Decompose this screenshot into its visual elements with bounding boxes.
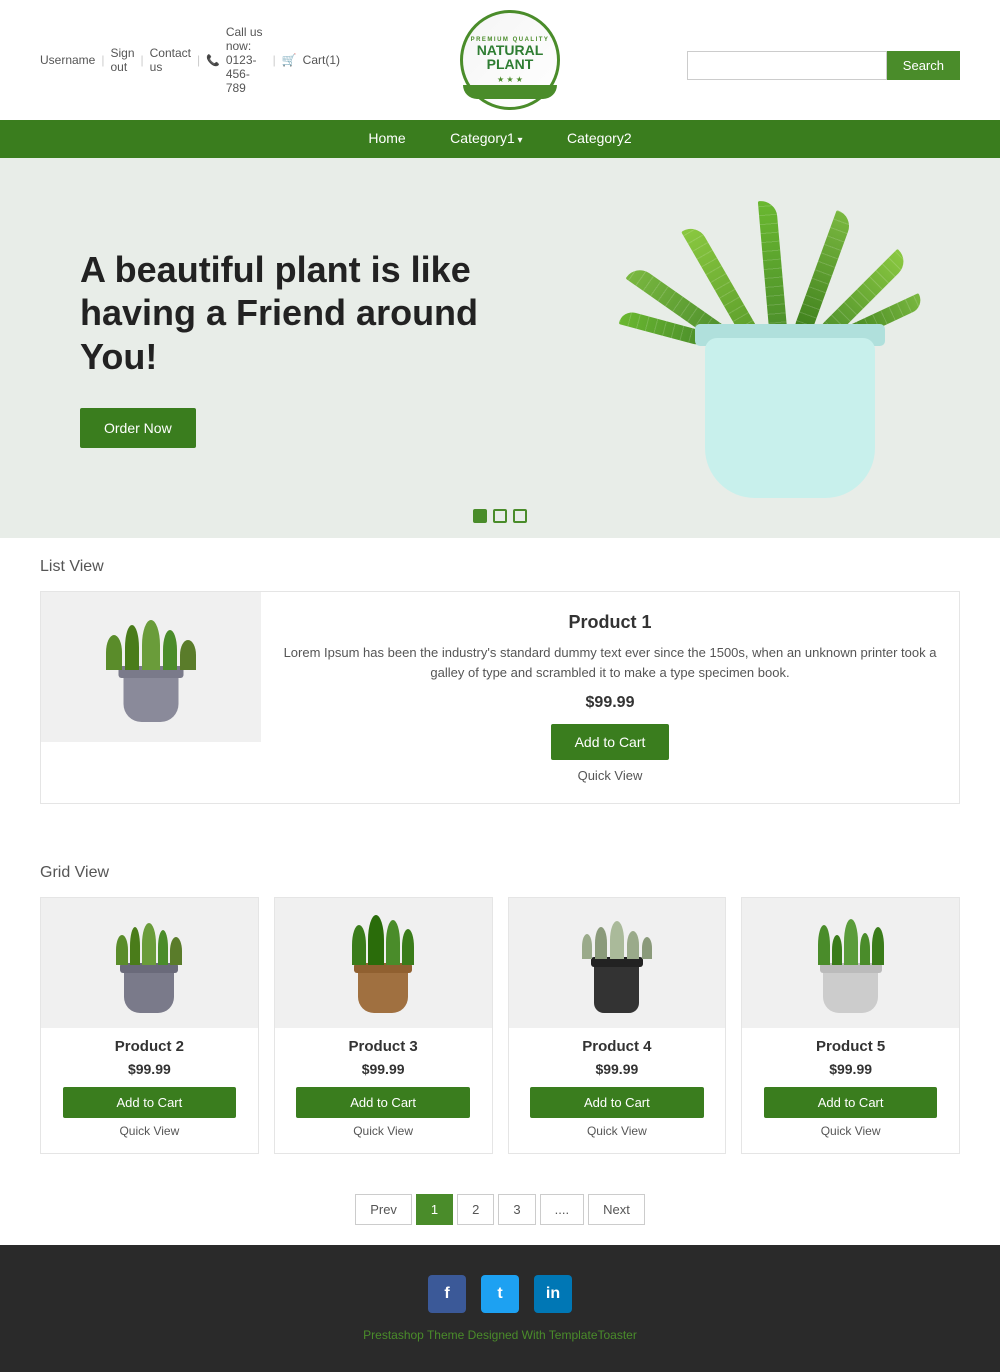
header: Username | Sign out | Contact us | Call … bbox=[0, 0, 1000, 120]
product2-add-to-cart[interactable]: Add to Cart bbox=[63, 1087, 236, 1118]
page-1[interactable]: 1 bbox=[416, 1194, 453, 1225]
order-now-button[interactable]: Order Now bbox=[80, 408, 196, 448]
product4-price: $99.99 bbox=[509, 1061, 726, 1077]
page-next[interactable]: Next bbox=[588, 1194, 645, 1225]
product5-quick-view[interactable]: Quick View bbox=[742, 1124, 959, 1138]
list-view-title: List View bbox=[40, 558, 960, 576]
search-input[interactable] bbox=[687, 51, 887, 80]
product3-add-to-cart[interactable]: Add to Cart bbox=[296, 1087, 469, 1118]
product4-quick-view[interactable]: Quick View bbox=[509, 1124, 726, 1138]
twitter-button[interactable]: t bbox=[481, 1275, 519, 1313]
product2-image bbox=[41, 898, 258, 1028]
hero-dots bbox=[473, 509, 527, 523]
grid-card-0: Product 2 $99.99 Add to Cart Quick View bbox=[40, 897, 259, 1154]
nav-home[interactable]: Home bbox=[368, 130, 405, 146]
phone-icon bbox=[206, 53, 220, 67]
hero-dot-3[interactable] bbox=[513, 509, 527, 523]
logo-name1: NATURAL bbox=[477, 43, 544, 57]
hero-headline: A beautiful plant is like having a Frien… bbox=[80, 248, 480, 378]
username-link[interactable]: Username bbox=[40, 53, 95, 67]
product1-price: $99.99 bbox=[281, 694, 939, 712]
logo-name2: PLANT bbox=[487, 57, 534, 71]
product2-price: $99.99 bbox=[41, 1061, 258, 1077]
grid-card-3: Product 5 $99.99 Add to Cart Quick View bbox=[741, 897, 960, 1154]
sign-out-link[interactable]: Sign out bbox=[110, 46, 134, 74]
footer: f t in Prestashop Theme Designed With Te… bbox=[0, 1245, 1000, 1372]
product4-add-to-cart[interactable]: Add to Cart bbox=[530, 1087, 703, 1118]
product4-name: Product 4 bbox=[509, 1038, 726, 1055]
linkedin-button[interactable]: in bbox=[534, 1275, 572, 1313]
page-prev[interactable]: Prev bbox=[355, 1194, 412, 1225]
logo: PREMIUM QUALITY NATURAL PLANT ★ ★ ★ bbox=[360, 10, 660, 110]
product5-price: $99.99 bbox=[742, 1061, 959, 1077]
product4-image bbox=[509, 898, 726, 1028]
cart-link[interactable]: Cart(1) bbox=[303, 53, 340, 67]
hero-dot-2[interactable] bbox=[493, 509, 507, 523]
hero-dot-1[interactable] bbox=[473, 509, 487, 523]
footer-credit: Prestashop Theme Designed With TemplateT… bbox=[30, 1328, 970, 1342]
nav-category2[interactable]: Category2 bbox=[567, 130, 632, 146]
contact-link[interactable]: Contact us bbox=[150, 46, 191, 74]
product1-description: Lorem Ipsum has been the industry's stan… bbox=[281, 643, 939, 682]
grid-view-container: Product 2 $99.99 Add to Cart Quick View bbox=[40, 897, 960, 1154]
grid-view-section: Grid View Product 2 $99.99 bbox=[0, 844, 1000, 1174]
product3-image bbox=[275, 898, 492, 1028]
product1-quick-view[interactable]: Quick View bbox=[281, 768, 939, 783]
page-2[interactable]: 2 bbox=[457, 1194, 494, 1225]
product5-image bbox=[742, 898, 959, 1028]
product3-name: Product 3 bbox=[275, 1038, 492, 1055]
product1-name: Product 1 bbox=[281, 612, 939, 633]
product2-name: Product 2 bbox=[41, 1038, 258, 1055]
product5-name: Product 5 bbox=[742, 1038, 959, 1055]
phone-number: Call us now: 0123-456-789 bbox=[226, 25, 267, 95]
product5-add-to-cart[interactable]: Add to Cart bbox=[764, 1087, 937, 1118]
list-view-section: List View Product 1 Lorem Ipsum has been… bbox=[0, 538, 1000, 844]
facebook-button[interactable]: f bbox=[428, 1275, 466, 1313]
hero-image bbox=[660, 198, 920, 498]
product3-price: $99.99 bbox=[275, 1061, 492, 1077]
nav-category1[interactable]: Category1 bbox=[450, 130, 522, 146]
product1-image bbox=[41, 592, 261, 742]
search-button[interactable]: Search bbox=[887, 51, 960, 80]
grid-card-1: Product 3 $99.99 Add to Cart Quick View bbox=[274, 897, 493, 1154]
list-view-card: Product 1 Lorem Ipsum has been the indus… bbox=[40, 591, 960, 804]
product1-add-to-cart[interactable]: Add to Cart bbox=[551, 724, 670, 760]
logo-stars: ★ ★ ★ bbox=[497, 75, 523, 84]
grid-view-title: Grid View bbox=[40, 864, 960, 882]
product2-quick-view[interactable]: Quick View bbox=[41, 1124, 258, 1138]
navigation: Home Category1 Category2 bbox=[0, 120, 1000, 158]
product3-quick-view[interactable]: Quick View bbox=[275, 1124, 492, 1138]
cart-icon bbox=[282, 53, 297, 67]
page-3[interactable]: 3 bbox=[498, 1194, 535, 1225]
logo-ribbon bbox=[463, 85, 557, 99]
hero-banner: A beautiful plant is like having a Frien… bbox=[0, 158, 1000, 538]
page-ellipsis[interactable]: .... bbox=[540, 1194, 584, 1225]
pagination: Prev 1 2 3 .... Next bbox=[0, 1174, 1000, 1245]
grid-card-2: Product 4 $99.99 Add to Cart Quick View bbox=[508, 897, 727, 1154]
